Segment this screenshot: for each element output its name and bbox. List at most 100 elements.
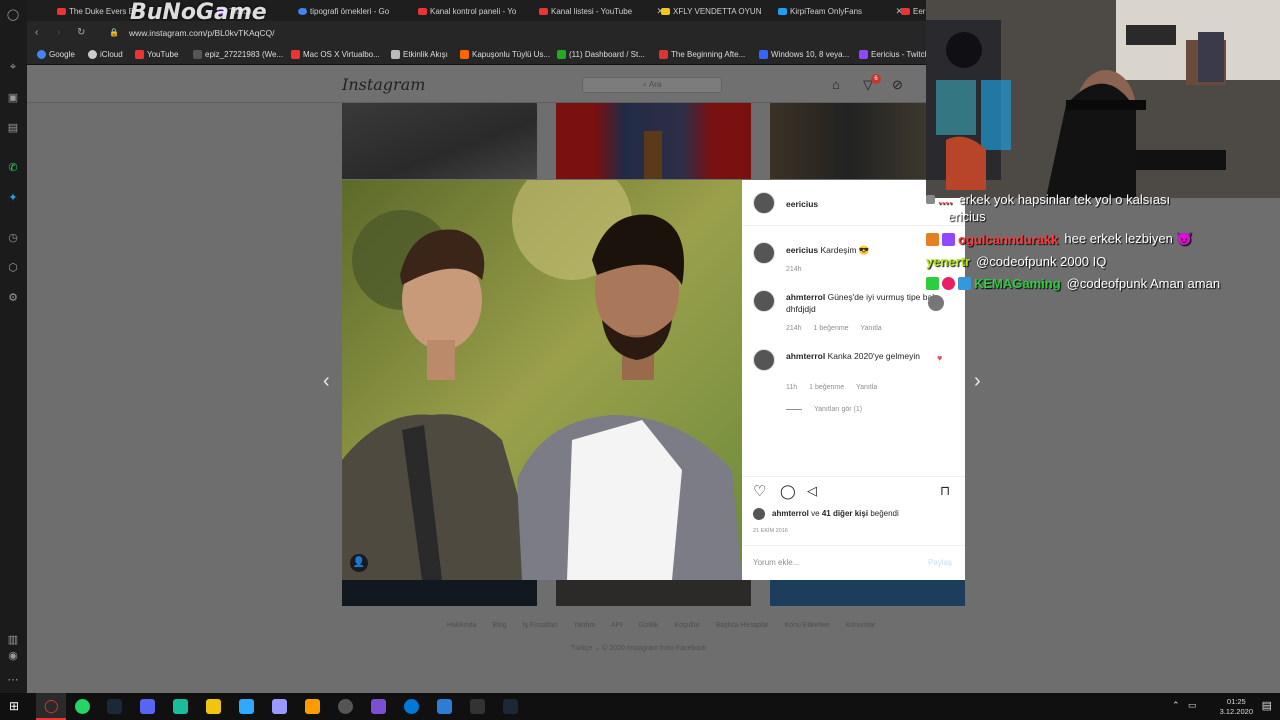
grid-thumbnail[interactable]	[770, 580, 965, 606]
vpn-icon[interactable]: ◉	[6, 648, 20, 662]
comment-user[interactable]: ahmterrol	[786, 351, 825, 361]
app-icon[interactable]	[173, 699, 188, 714]
url-field[interactable]: www.instagram.com/p/BL0kvTKAqCQ/	[129, 28, 275, 38]
reload-icon[interactable]: ↻	[77, 27, 85, 38]
search-input[interactable]: ⌕ Ara	[582, 77, 722, 93]
caption-user[interactable]: eericius	[786, 245, 818, 255]
footer-link[interactable]: Başlıca Hesaplar	[716, 622, 769, 629]
bookmark[interactable]: Mac OS X Virtualbo...	[291, 50, 380, 59]
tab[interactable]: Kanal listesi - YouTube ✕	[539, 3, 664, 19]
photoshop-icon[interactable]	[239, 699, 254, 714]
illustrator-icon[interactable]	[305, 699, 320, 714]
grid-thumbnail[interactable]	[556, 103, 751, 179]
grid-thumbnail[interactable]	[342, 580, 537, 606]
history-icon[interactable]: ◷	[6, 230, 20, 244]
footer-link[interactable]: Gizlilik	[638, 622, 658, 629]
comment-user[interactable]: ahmterrol	[786, 292, 825, 302]
comment-input[interactable]: Yorum ekle...	[753, 558, 799, 567]
news-icon[interactable]: ▣	[6, 90, 20, 104]
back-icon[interactable]: ‹	[35, 27, 38, 38]
liked-by-count[interactable]: 41 diğer kişi	[822, 509, 868, 518]
whatsapp-icon[interactable]	[75, 699, 90, 714]
tag-user-icon[interactable]: 👤	[350, 554, 368, 572]
bookmark[interactable]: epiz_27221983 (We...	[193, 50, 283, 59]
footer-link[interactable]: Konu Etiketleri	[785, 622, 830, 629]
tab[interactable]: KirpiTeam OnlyFans ✕	[778, 3, 903, 19]
tab[interactable]: tipografi örnekleri - Go	[298, 3, 418, 19]
settings-icon[interactable]: ⚙	[6, 290, 20, 304]
bookmark[interactable]: (11) Dashboard / St...	[557, 50, 645, 59]
home-icon[interactable]: ⌂	[832, 77, 840, 92]
twitch-icon[interactable]: ▤	[6, 120, 20, 134]
avatar[interactable]	[753, 508, 765, 520]
footer-link[interactable]: İş Fırsatları	[523, 622, 558, 629]
app-icon[interactable]	[470, 699, 485, 714]
opera-taskbar-button[interactable]: ◯	[36, 693, 66, 720]
powershell-icon[interactable]	[437, 699, 452, 714]
bookmark[interactable]: Google	[37, 50, 75, 59]
grid-thumbnail[interactable]	[342, 103, 537, 179]
network-icon[interactable]: ▭	[1188, 700, 1197, 711]
bookmark[interactable]: Eericius - Twitch	[859, 50, 929, 59]
more-icon[interactable]: ⋯	[6, 672, 20, 686]
discord-icon[interactable]	[140, 699, 155, 714]
obs-icon[interactable]	[338, 699, 353, 714]
steam-icon[interactable]	[503, 699, 518, 714]
file-explorer-icon[interactable]	[206, 699, 221, 714]
tray-chevron-icon[interactable]: ⌃	[1172, 700, 1180, 711]
grid-thumbnail[interactable]	[556, 580, 751, 606]
premiere-icon[interactable]	[272, 699, 287, 714]
bookmark[interactable]: Etkinlik Akışı	[391, 50, 448, 59]
liked-by-user[interactable]: ahmterrol	[772, 509, 809, 518]
liked-by: ahmterrol ve 41 diğer kişi beğendi	[772, 508, 899, 520]
footer-link[interactable]: Blog	[493, 622, 507, 629]
whatsapp-icon[interactable]: ✆	[6, 160, 20, 174]
extensions-icon[interactable]: ⬡	[6, 260, 20, 274]
avatar[interactable]	[753, 192, 775, 214]
bookmark[interactable]: Windows 10, 8 veya...	[759, 50, 849, 59]
bookmark[interactable]: Kapuşonlu Tüylü Us...	[460, 50, 550, 59]
opera-menu-icon[interactable]: ◯	[6, 7, 20, 21]
bookmark[interactable]: YouTube	[135, 50, 178, 59]
forward-icon[interactable]: ›	[57, 27, 60, 38]
language-select[interactable]: Türkçe	[571, 645, 592, 652]
app-icon[interactable]	[371, 699, 386, 714]
view-replies-button[interactable]: Yanıtları gör (1)	[786, 406, 872, 413]
avatar[interactable]	[753, 242, 775, 264]
next-post-icon[interactable]: ›	[974, 370, 981, 393]
footer-link[interactable]: Yardım	[573, 622, 595, 629]
tab[interactable]: Kanal kontrol paneli - Yo	[418, 3, 533, 19]
edge-icon[interactable]	[404, 699, 419, 714]
post-comment-button[interactable]: Paylaş	[928, 558, 952, 567]
bookmark[interactable]: The Beginning Afte...	[659, 50, 745, 59]
notification-icon[interactable]: ▤	[1262, 699, 1272, 712]
instagram-logo[interactable]: Instagram	[342, 75, 425, 94]
speed-dial-icon[interactable]: ⌖	[6, 60, 20, 74]
footer-link[interactable]: Koşullar	[674, 622, 699, 629]
reply-button[interactable]: Yanıtla	[860, 325, 881, 332]
player-icon[interactable]: ▥	[6, 632, 20, 646]
reply-button[interactable]: Yanıtla	[856, 384, 877, 391]
post-photo[interactable]: 👤	[342, 180, 742, 580]
twitter-icon[interactable]: ✦	[6, 190, 20, 204]
bookmark[interactable]: iCloud	[88, 50, 123, 59]
explore-icon[interactable]: ⊘	[892, 77, 903, 93]
windows-start-icon[interactable]: ⊞	[9, 699, 19, 713]
avatar[interactable]	[753, 290, 775, 312]
liked-heart-icon[interactable]: ♥	[937, 353, 942, 363]
footer-link[interactable]: Konumlar	[846, 622, 876, 629]
comment-icon[interactable]: ◯	[780, 483, 796, 500]
like-icon[interactable]: ♡	[753, 482, 766, 500]
previous-post-icon[interactable]: ‹	[323, 370, 330, 393]
avatar[interactable]	[753, 349, 775, 371]
comment-likes[interactable]: 1 beğenme	[814, 325, 849, 332]
share-icon[interactable]: ◁	[807, 483, 817, 499]
comment-likes[interactable]: 1 beğenme	[809, 384, 844, 391]
post-author[interactable]: eericius	[786, 198, 818, 210]
steam-icon[interactable]	[107, 699, 122, 714]
footer-link[interactable]: API	[611, 622, 622, 629]
tab[interactable]: XFLY VENDETTA OYUN	[661, 3, 781, 19]
bookmark-icon[interactable]: ⊓	[940, 483, 950, 499]
clock[interactable]: 01:25 3.12.2020	[1220, 697, 1253, 717]
footer-link[interactable]: Hakkında	[447, 622, 477, 629]
